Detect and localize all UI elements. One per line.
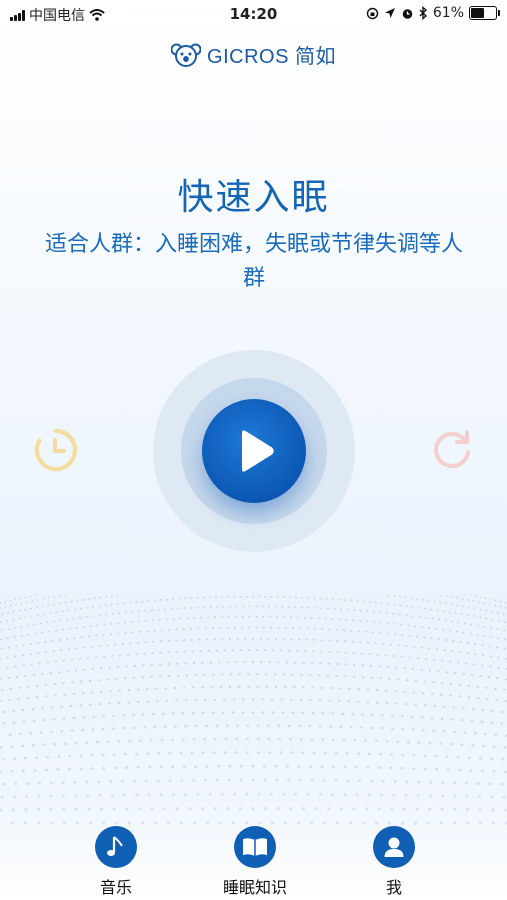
battery-percent: 61%: [432, 5, 464, 21]
bluetooth-icon: [419, 6, 427, 20]
status-bar: 中国电信 14:20 61%: [0, 0, 507, 28]
clock-icon: [34, 429, 77, 471]
orientation-lock-icon: [366, 7, 379, 19]
decorative-dot-pattern: [0, 595, 507, 825]
replay-icon: [434, 430, 470, 468]
tab-bar: 音乐 睡眠知识 我: [0, 822, 507, 900]
app-logo: GICROS 简如: [0, 40, 507, 69]
tab-sleep-knowledge[interactable]: 睡眠知识: [205, 826, 305, 898]
battery-icon: [469, 6, 500, 20]
tab-label-me: 我: [385, 878, 402, 897]
play-icon: [242, 430, 274, 472]
user-icon: [373, 826, 415, 868]
replay-button[interactable]: [430, 428, 474, 472]
page-title: 快速入眠: [177, 177, 330, 218]
book-icon: [234, 826, 276, 868]
play-button[interactable]: [202, 399, 306, 503]
timer-button[interactable]: [34, 428, 78, 472]
music-note-icon: [95, 826, 137, 868]
status-indicators: 61%: [366, 5, 500, 21]
logo-text: GICROS 简如: [207, 46, 336, 68]
tab-me[interactable]: 我: [344, 826, 444, 898]
play-control: [153, 350, 355, 552]
koala-logo-icon: [171, 43, 202, 67]
page-subtitle: 适合人群：入睡困难，失眠或节律失调等人群: [44, 232, 463, 291]
tab-label-music: 音乐: [99, 878, 132, 897]
tab-label-sleep-knowledge: 睡眠知识: [222, 878, 287, 897]
alarm-icon: [402, 8, 413, 19]
tab-music[interactable]: 音乐: [66, 826, 166, 898]
location-icon: [384, 8, 395, 18]
